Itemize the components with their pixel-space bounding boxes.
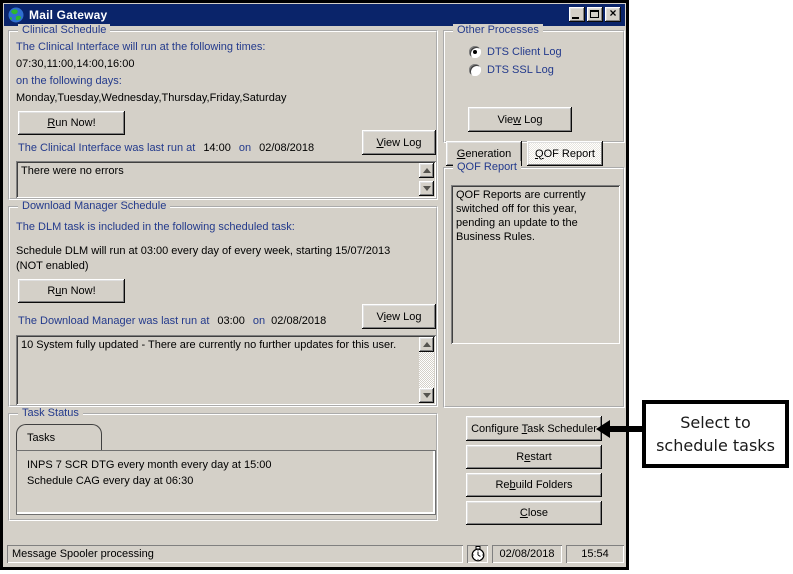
status-message-panel: Message Spooler processing [7, 545, 463, 563]
scroll-up-button[interactable] [419, 163, 434, 178]
button-label: R [516, 451, 524, 463]
button-label: un Now! [55, 117, 95, 129]
stopwatch-icon [471, 546, 485, 562]
dlm-view-log-button[interactable]: View Log [362, 304, 436, 329]
arrow-down-icon [423, 186, 431, 191]
tab-qof-report[interactable]: QOF Report [527, 141, 603, 166]
other-processes-label: Other Processes [453, 24, 543, 36]
callout-arrow [609, 426, 643, 432]
window-title: Mail Gateway [29, 8, 107, 22]
clinical-times-intro: The Clinical Interface will run at the f… [16, 41, 265, 53]
download-manager-label: Download Manager Schedule [18, 200, 170, 212]
clinical-last-run-text: The Clinical Interface was last run at14… [18, 142, 314, 154]
clinical-schedule-label: Clinical Schedule [18, 24, 110, 36]
restart-button[interactable]: Restart [466, 445, 602, 469]
arrow-down-icon [423, 393, 431, 398]
close-window-button[interactable]: × [605, 7, 621, 22]
tab-tasks-label: Tasks [27, 432, 55, 444]
other-processes-group: Other Processes DTS Client Log DTS SSL L… [443, 30, 625, 143]
clinical-days-intro: on the following days: [16, 75, 122, 87]
rebuild-folders-button[interactable]: Rebuild Folders [466, 473, 602, 497]
globe-icon [7, 6, 25, 24]
button-label: Re [495, 479, 509, 491]
clinical-run-now-button[interactable]: Run Now! [18, 111, 125, 135]
dlm-log-box[interactable]: 10 System fully updated - There are curr… [16, 335, 436, 405]
task-status-label: Task Status [18, 407, 83, 419]
scroll-down-button[interactable] [419, 181, 434, 196]
maximize-button[interactable] [587, 7, 603, 22]
button-label: lose [528, 507, 548, 519]
callout-line: schedule tasks [656, 434, 775, 457]
radio-dts-client-log[interactable]: DTS Client Log [469, 46, 562, 58]
radio-label: DTS SSL Log [487, 64, 554, 76]
button-label: n Now! [61, 285, 95, 297]
button-label: C [520, 507, 528, 519]
dlm-log-text: 10 System fully updated - There are curr… [21, 338, 416, 353]
arrow-up-icon [423, 168, 431, 173]
clinical-log-box[interactable]: There were no errors [16, 161, 436, 198]
tab-tasks[interactable]: Tasks [16, 424, 102, 451]
button-label: ask Scheduler [527, 423, 597, 435]
maximize-icon [590, 10, 599, 18]
callout-arrow-head-icon [596, 420, 610, 438]
qof-report-text: QOF Reports are currently switched off f… [456, 188, 614, 244]
dlm-intro: The DLM task is included in the followin… [16, 221, 295, 233]
task-list-item: Schedule CAG every day at 06:30 [27, 475, 193, 487]
button-label: w [513, 114, 521, 126]
annotation-callout: Select to schedule tasks [642, 400, 789, 468]
status-date-panel: 02/08/2018 [492, 545, 562, 563]
status-time-panel: 15:54 [566, 545, 624, 563]
download-manager-group: Download Manager Schedule The DLM task i… [8, 206, 438, 407]
task-status-group: Task Status Tasks INPS 7 SCR DTG every m… [8, 413, 438, 521]
scroll-up-button[interactable] [419, 337, 434, 352]
scroll-down-button[interactable] [419, 388, 434, 403]
clinical-log-text: There were no errors [21, 164, 416, 179]
radio-selected-icon [469, 46, 481, 58]
close-button[interactable]: Close [466, 501, 602, 525]
clinical-view-log-button[interactable]: View Log [362, 130, 436, 155]
status-clock-panel [467, 545, 488, 563]
radio-unselected-icon [469, 64, 481, 76]
task-list-item: INPS 7 SCR DTG every month every day at … [27, 459, 272, 471]
button-label: Log [521, 114, 542, 126]
configure-task-scheduler-button[interactable]: Configure Task Scheduler [466, 416, 602, 441]
clinical-schedule-group: Clinical Schedule The Clinical Interface… [8, 30, 438, 200]
dlm-last-run-text: The Download Manager was last run at03:0… [18, 315, 326, 327]
qof-report-group: QOF Report QOF Reports are currently swi… [443, 167, 625, 408]
button-label: V [376, 137, 383, 149]
arrow-up-icon [423, 342, 431, 347]
button-label: Vie [497, 114, 513, 126]
minimize-button[interactable] [569, 7, 585, 22]
button-label: iew Log [384, 137, 422, 149]
button-label: Configure [471, 423, 522, 435]
dlm-schedule-text: Schedule DLM will run at 03:00 every day… [16, 244, 411, 274]
qof-report-box: QOF Reports are currently switched off f… [451, 185, 620, 344]
other-view-log-button[interactable]: View Log [468, 107, 572, 132]
button-label: uild Folders [516, 479, 573, 491]
qof-report-label: QOF Report [453, 161, 521, 173]
tab-label: eneration [465, 148, 511, 160]
status-date: 02/08/2018 [499, 548, 554, 560]
tab-label: Q [535, 148, 544, 160]
screen: Mail Gateway × Clinical Schedule The Cli… [0, 0, 793, 574]
dlm-run-now-button[interactable]: Run Now! [18, 279, 125, 303]
status-bar: Message Spooler processing 02/08/2018 15… [4, 542, 625, 566]
close-icon: × [605, 6, 621, 20]
minimize-icon [572, 17, 579, 19]
callout-line: Select to [680, 411, 751, 434]
clinical-times: 07:30,11:00,14:00,16:00 [16, 58, 134, 70]
tab-label: OF Report [544, 148, 595, 160]
titlebar[interactable]: Mail Gateway × [4, 4, 625, 26]
mail-gateway-window: Mail Gateway × Clinical Schedule The Cli… [0, 0, 629, 570]
button-label: start [530, 451, 551, 463]
radio-label: DTS Client Log [487, 46, 562, 58]
button-label: ew Log [386, 311, 421, 323]
radio-dts-ssl-log[interactable]: DTS SSL Log [469, 64, 554, 76]
button-label: V [376, 311, 383, 323]
clinical-days: Monday,Tuesday,Wednesday,Thursday,Friday… [16, 92, 286, 104]
status-time: 15:54 [581, 548, 609, 560]
status-message: Message Spooler processing [12, 548, 154, 560]
tasks-list[interactable]: INPS 7 SCR DTG every month every day at … [16, 450, 436, 515]
